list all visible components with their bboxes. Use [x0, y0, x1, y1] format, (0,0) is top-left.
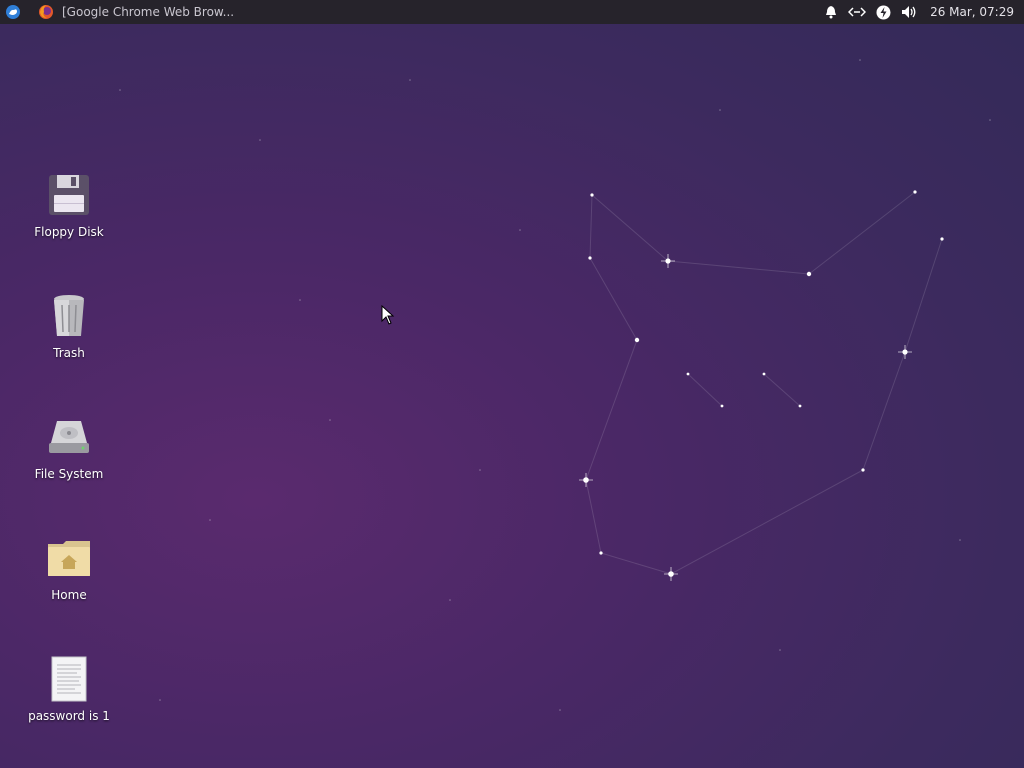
wallpaper-constellation: [119, 59, 991, 711]
text-file-icon: [51, 656, 87, 702]
desktop-icon-label: Floppy Disk: [34, 225, 104, 239]
trash-icon: [54, 295, 84, 336]
taskbar-button-chrome[interactable]: [Google Chrome Web Brow...: [32, 0, 240, 24]
power-icon: [876, 5, 891, 19]
bell-icon: [826, 6, 837, 19]
desktop-icon-password-file[interactable]: password is 1: [19, 655, 119, 723]
system-tray: 26 Mar, 07:29: [818, 0, 1024, 24]
desktop-icon-trash[interactable]: Trash: [19, 292, 119, 360]
desktop-icon-label: File System: [34, 467, 104, 481]
taskbar-window-title: [Google Chrome Web Brow...: [62, 5, 235, 19]
network-icon: [848, 7, 867, 17]
notifications-button[interactable]: [818, 0, 844, 24]
mouse-cursor-icon: [381, 305, 395, 325]
firefox-icon: [39, 5, 53, 19]
home-folder-icon: [48, 541, 90, 576]
desktop-icon-label: Home: [51, 588, 87, 602]
clock[interactable]: 26 Mar, 07:29: [922, 5, 1024, 19]
desktop-icon-file-system[interactable]: File System: [19, 413, 119, 481]
volume-icon: [902, 6, 916, 18]
desktop-icon-home[interactable]: Home: [19, 534, 119, 602]
volume-button[interactable]: [896, 0, 922, 24]
network-button[interactable]: [844, 0, 870, 24]
floppy-disk-icon: [49, 175, 89, 215]
power-button[interactable]: [870, 0, 896, 24]
desktop-icon-floppy-disk[interactable]: Floppy Disk: [19, 171, 119, 239]
whisker-menu-button[interactable]: [0, 0, 26, 24]
desktop-icon-label: Trash: [53, 346, 85, 360]
desktop-icon-label: password is 1: [28, 709, 110, 723]
hard-drive-icon: [49, 421, 89, 453]
top-panel: [Google Chrome Web Brow... 26 Mar, 07:29: [0, 0, 1024, 24]
whisker-menu-icon: [6, 5, 20, 19]
